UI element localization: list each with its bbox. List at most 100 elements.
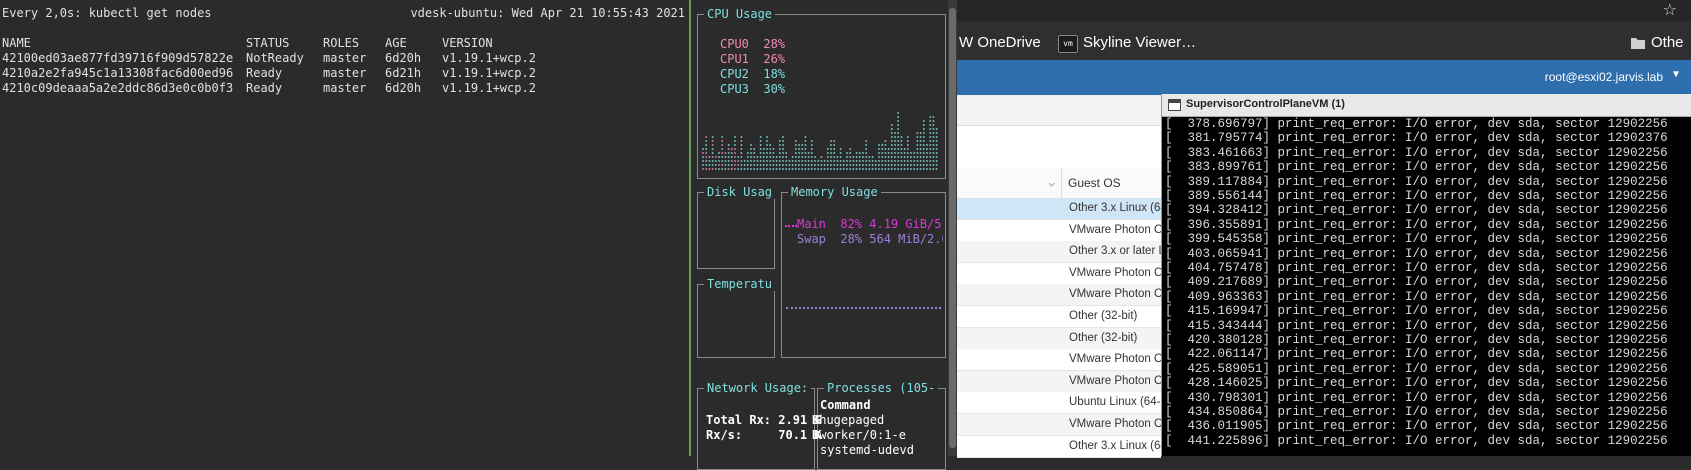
cpu-graph-dot	[791, 160, 794, 162]
cpu-graph-dot	[910, 160, 912, 162]
vm-row[interactable]: VMware Photon OS	[957, 414, 1161, 436]
cpu-graph-dot	[810, 140, 813, 142]
cpu-graph-dot	[727, 168, 730, 170]
user-menu[interactable]: root@esxi02.jarvis.lab	[1545, 70, 1663, 84]
cpu-graph-dot	[868, 164, 871, 166]
net-total-label: Total Rx:	[706, 413, 772, 427]
cpu-graph-dot	[842, 160, 845, 162]
cpu-graph-dot	[782, 136, 784, 138]
cpu-graph-dot	[708, 168, 711, 170]
cpu-graph-dot	[740, 160, 743, 162]
cpu-graph-dot	[878, 152, 880, 154]
cpu-graph-dot	[769, 144, 772, 146]
cpu-graph-dot	[858, 164, 861, 166]
column-sort-chevron-icon[interactable]: ⌵	[1048, 176, 1055, 189]
scrollbar-thumb[interactable]	[949, 8, 956, 448]
cpu-graph-dot	[922, 144, 925, 146]
col-name-header: NAME	[2, 36, 31, 50]
bookmark-onedrive[interactable]: W OneDrive	[959, 34, 1041, 51]
bookmark-skyline-viewer[interactable]: Skyline Viewer…	[1083, 34, 1196, 51]
cpu-graph-dot	[900, 160, 903, 162]
user-menu-chevron-icon[interactable]: ▼	[1673, 69, 1679, 80]
cpu-graph-dot	[887, 148, 890, 150]
console-line: [ 420.380128] print_req_error: I/O error…	[1165, 333, 1668, 347]
console-line: [ 403.065941] print_req_error: I/O error…	[1165, 246, 1668, 261]
cpu-graph-dot	[887, 168, 890, 170]
cpu-graph-dot	[772, 168, 775, 170]
cpu-graph-dot	[890, 132, 893, 134]
cpu-graph-dot	[721, 144, 724, 146]
cpu-graph-dot	[750, 148, 752, 150]
vm-row[interactable]: VMware Photon OS	[957, 370, 1161, 393]
cpu-graph-dot	[705, 148, 708, 150]
cpu-graph-dot	[830, 168, 832, 170]
cpu-graph-dot	[756, 164, 759, 166]
cpu-graph-dot	[932, 144, 935, 146]
cpu-graph-dot	[910, 156, 912, 158]
cpu-graph-dot	[858, 156, 861, 158]
net-rate-row: Rx/s: 70.1 K	[706, 428, 822, 442]
cpu-graph-dot	[929, 116, 932, 118]
vm-console-window[interactable]: SupervisorControlPlaneVM (1) [ 378.69679…	[1161, 94, 1691, 456]
temperature-title: Temperatu	[704, 277, 776, 291]
vm-row[interactable]: Ubuntu Linux (64-b	[957, 392, 1161, 415]
vm-row[interactable]: Other (32-bit)	[957, 327, 1161, 350]
cpu-graph-dot	[810, 144, 813, 146]
process-row[interactable]: systemd-udevd	[820, 443, 914, 457]
cpu-graph-dot	[705, 168, 708, 170]
cpu0-label: CPU0	[720, 37, 749, 51]
cpu-graph-dot	[820, 160, 823, 162]
cpu-graph-dot	[897, 168, 900, 170]
cpu-graph-dot	[897, 148, 900, 150]
console-titlebar[interactable]: SupervisorControlPlaneVM (1)	[1162, 94, 1691, 117]
vm-guest-os: VMware Photon OS	[1069, 223, 1161, 236]
cpu-graph-dot	[804, 144, 807, 146]
cpu-graph-dot	[903, 168, 906, 170]
vm-row[interactable]: VMware Photon OS	[957, 284, 1161, 307]
cpu-graph-dot	[772, 148, 775, 150]
console-output[interactable]: [ 378.696797] print_req_error: I/O error…	[1162, 117, 1691, 456]
vm-row[interactable]: Other 3.x Linux (64	[957, 198, 1161, 220]
cpu-graph-dot	[801, 144, 804, 146]
cpu-graph-dot	[855, 168, 858, 170]
vm-row[interactable]: VMware Photon OS	[957, 262, 1161, 285]
terminal-window[interactable]: Every 2,0s: kubectl get nodes vdesk-ubun…	[0, 0, 689, 456]
cpu-graph-dot	[740, 168, 743, 170]
process-row[interactable]: Bworker/0:1-e	[812, 428, 906, 442]
cpu-graph-dot	[884, 140, 887, 142]
bookmark-other[interactable]: Othe	[1651, 34, 1684, 51]
cpu-usage-graph	[702, 112, 938, 170]
cpu-graph-dot	[810, 168, 813, 170]
cpu-graph-dot	[855, 152, 858, 154]
terminal-scrollbar[interactable]	[948, 0, 957, 456]
cpu-graph-dot	[740, 152, 743, 154]
cpu1-label: CPU1	[720, 52, 749, 66]
cpu-graph-dot	[897, 116, 900, 118]
cpu-graph-dot	[897, 132, 900, 134]
cpu-graph-dot	[887, 160, 890, 162]
vm-row[interactable]: Other 3.x or later Li	[957, 241, 1161, 264]
cpu-graph-dot	[711, 136, 714, 138]
cpu-graph-dot	[916, 144, 919, 146]
guest-os-column-header[interactable]: Guest OS	[1061, 168, 1162, 199]
vm-row[interactable]: Other 3.x Linux (64	[957, 435, 1161, 458]
vm-row[interactable]: VMware Photon OS	[957, 349, 1161, 372]
cpu-graph-dot	[903, 164, 906, 166]
vm-row[interactable]: Other (32-bit)	[957, 306, 1161, 328]
cpu-graph-dot	[887, 164, 890, 166]
cpu-graph-dot	[702, 168, 704, 170]
cpu-graph-dot	[900, 168, 903, 170]
bookmark-star-icon[interactable]: ☆	[1663, 0, 1677, 19]
node-name: 4210a2e2fa945c1a13308fac6d00ed96	[2, 66, 234, 80]
process-row[interactable]: Bhugepaged	[812, 413, 884, 427]
vm-guest-os: Other 3.x Linux (64	[1069, 202, 1161, 214]
cpu-graph-dot	[730, 164, 733, 166]
vm-row[interactable]: VMware Photon OS	[957, 219, 1161, 242]
watch-header-right: vdesk-ubuntu: Wed Apr 21 10:55:43 2021	[410, 6, 685, 20]
cpu-graph-dot	[730, 148, 733, 150]
cpu-graph-dot	[705, 144, 708, 146]
cpu-graph-dot	[932, 120, 935, 122]
cpu-graph-dot	[894, 140, 896, 142]
cpu-graph-dot	[801, 148, 804, 150]
cpu-graph-dot	[839, 160, 842, 162]
